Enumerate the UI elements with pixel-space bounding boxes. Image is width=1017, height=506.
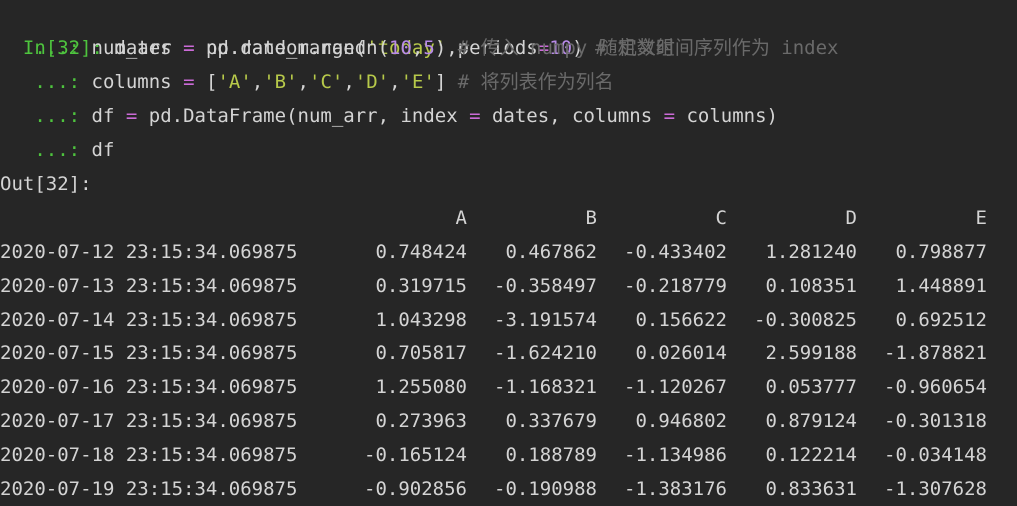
table-cell: -0.433402 [624,241,727,263]
code-string: 'A' [217,71,252,93]
column-header: D [845,207,857,229]
table-cell: 0.705817 [375,342,467,365]
code-number: 5 [423,37,435,59]
code-string: 'B' [263,71,298,93]
row-index: 2020-07-14 23:15:34.069875 [0,308,298,331]
table-cell: 0.748424 [375,241,467,263]
code-text: , [411,37,424,59]
table-cell: -0.300825 [754,308,857,331]
table-cell: 0.156622 [635,308,727,331]
table-cell: 0.026014 [635,342,727,365]
continuation-prompt: ...: [34,139,81,161]
row-index: 2020-07-18 23:15:34.069875 [0,443,298,466]
output-prompt: Out[32]: [0,173,92,195]
table-cell: 0.319715 [375,274,467,297]
code-text: dates, columns [480,105,664,127]
code-var: columns [91,71,172,93]
code-text: pd.DataFrame(num_arr, index [148,105,470,127]
code-line-2: ...: num_arr = np.random.randn(10,5) # 传… [0,31,675,65]
row-index: 2020-07-19 23:15:34.069875 [0,477,298,500]
table-cell: 0.946802 [635,410,727,432]
table-cell: -0.960654 [884,376,987,399]
column-header: E [975,207,987,229]
code-op: = [183,37,195,59]
table-cell: 1.281240 [765,241,857,263]
table-cell: -3.191574 [494,308,597,331]
code-text: np.random.randn( [205,37,390,59]
code-string: 'C' [309,71,344,93]
code-text: ] [434,71,447,93]
table-cell: -0.358497 [494,274,597,297]
table-cell: -0.902856 [364,477,467,500]
table-cell: 0.108351 [765,274,857,297]
row-index: 2020-07-13 23:15:34.069875 [0,274,298,297]
table-cell: 0.053777 [765,376,857,399]
table-cell: 0.273963 [375,410,467,432]
table-cell: -0.165124 [364,443,467,466]
code-text: [ [205,71,218,93]
code-string: 'D' [354,71,390,93]
code-op: = [125,105,138,127]
table-cell: -1.134986 [624,443,727,466]
table-cell: -1.168321 [494,376,597,399]
table-cell: -0.190988 [494,477,597,500]
code-var: df [91,139,115,161]
table-cell: 1.448891 [895,274,987,297]
code-line-5: ...: df [0,133,114,167]
table-cell: -0.301318 [884,410,987,432]
table-cell: 0.467862 [505,241,597,263]
row-index: 2020-07-12 23:15:34.069875 [0,241,298,263]
table-cell: 2.599188 [765,342,857,365]
code-comment: # 将列表作为列名 [457,71,614,93]
code-text: ) [434,37,447,59]
table-cell: -0.218779 [624,274,727,297]
code-line-4: ...: df = pd.DataFrame(num_arr, index = … [0,99,778,133]
table-cell: 0.692512 [895,308,987,331]
code-number: 10 [389,37,412,59]
row-index: 2020-07-15 23:15:34.069875 [0,342,298,365]
code-line-1: In[32]: dates = pd.date_range('today',pe… [0,0,839,59]
continuation-prompt: ...: [34,71,81,93]
table-cell: -1.307628 [884,477,987,500]
code-var: df [91,105,115,127]
table-cell: -1.383176 [624,477,727,500]
code-text: columns) [675,105,778,127]
code-op: = [183,71,195,93]
continuation-prompt: ...: [34,105,81,127]
table-cell: -1.120267 [624,376,727,399]
table-cell: -1.624210 [494,342,597,365]
continuation-prompt: ...: [34,37,81,59]
code-op: = [469,105,481,127]
table-cell: 0.879124 [765,410,857,432]
table-cell: 0.833631 [765,477,857,500]
column-header: C [715,207,727,229]
code-comment: # 传入 numpy 随机数组 [457,37,675,59]
table-cell: -1.878821 [884,342,987,365]
code-string: 'E' [400,71,435,93]
table-cell: 0.188789 [505,443,597,466]
row-index: 2020-07-17 23:15:34.069875 [0,410,298,432]
table-cell: 0.798877 [895,241,987,263]
column-header: B [585,207,597,229]
table-cell: 0.122214 [765,443,857,466]
table-cell: -0.034148 [884,443,987,466]
code-var: num_arr [91,37,172,59]
row-index: 2020-07-16 23:15:34.069875 [0,376,298,399]
code-line-3: ...: columns = ['A','B','C','D','E'] # 将… [34,71,614,93]
code-op: = [663,105,676,127]
table-cell: 0.337679 [505,410,597,432]
table-cell: 1.255080 [375,376,467,399]
table-cell: 1.043298 [375,308,467,331]
column-header: A [455,207,467,229]
